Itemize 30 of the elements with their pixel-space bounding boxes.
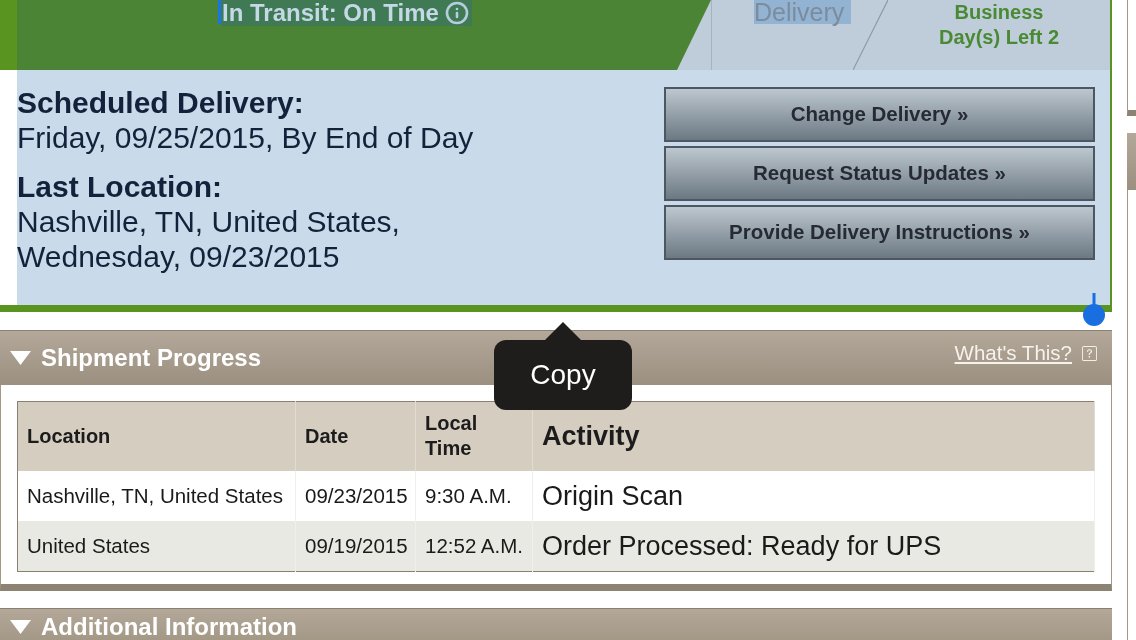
field-value: Nashville, TN, United States, Wednesday, 09/23/2015 [17,204,401,274]
side-header-edge [1127,133,1136,190]
action-button[interactable]: Change Delivery » [664,87,1095,142]
table-cell: 9:30 A.M. [415,470,533,521]
diagonal-divider [853,0,888,70]
action-button[interactable]: Provide Delivery Instructions » [664,205,1095,260]
disclosure-triangle-icon[interactable] [10,351,31,365]
table-cell: 09/23/2015 [295,470,416,521]
table-cell: Nashville, TN, United States [17,470,296,521]
status-text: In Transit: On Time [222,0,439,26]
selection-handle[interactable] [1083,293,1105,326]
disclosure-triangle-icon[interactable] [10,620,31,634]
table-cell: 09/19/2015 [295,520,416,572]
table-cell: 12:52 A.M. [415,520,533,572]
days-left-text: Business Day(s) Left 2 [938,0,1060,50]
action-button[interactable]: Request Status Updates » [664,146,1095,201]
field-label: Last Location: [17,169,223,204]
section-title: Additional Information [41,613,297,640]
section-title: Shipment Progress [41,344,262,372]
field-label: Scheduled Delivery: [17,85,305,120]
pointer-triangle-icon [545,322,581,340]
help-icon[interactable] [1082,345,1097,361]
column-header: Location [17,401,296,471]
table-cell: Order Processed: Ready for UPS [532,520,1095,572]
column-header: Date [295,401,416,471]
field-value: Friday, 09/25/2015, By End of Day [17,120,474,155]
table-cell: United States [17,520,296,572]
table-cell: Origin Scan [532,470,1095,521]
step-label: Delivery [754,0,852,24]
info-icon[interactable] [444,1,469,25]
